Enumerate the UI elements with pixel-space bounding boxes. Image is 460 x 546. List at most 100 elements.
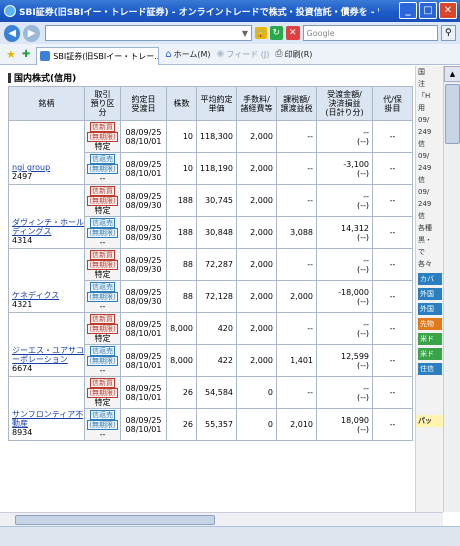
quantity-cell: 10	[166, 120, 197, 153]
trade-type-tag: 信新買	[90, 314, 115, 324]
browser-app-icon	[4, 5, 16, 17]
side-link-button[interactable]: 米ド	[418, 333, 442, 345]
settle-date: 08/09/30	[125, 264, 162, 274]
feed-button[interactable]: ◉ フィード (J)	[217, 49, 270, 60]
trade-term-tag: (無期限)	[87, 388, 118, 398]
address-bar: ◀ ▶ ▼ 🔒 ↻ ✕ Google ⚲	[0, 22, 460, 44]
url-field[interactable]: ▼	[44, 25, 252, 41]
home-icon: ⌂	[165, 48, 172, 60]
fee-cell: 2,000	[236, 152, 277, 185]
account-type: 特定	[94, 270, 111, 279]
trade-type-cell: 信返売 (無期限) --	[84, 152, 121, 185]
stock-name-cell: ジーエス・ユアサコーポレーション 6674	[8, 312, 85, 377]
stock-name-link[interactable]: ジーエス・ユアサコーポレーション	[12, 346, 84, 364]
url-dropdown-icon[interactable]: ▼	[242, 29, 248, 38]
tax-cell: --	[276, 376, 317, 409]
stock-name-link[interactable]: ダヴィンチ・ホールディングス	[12, 218, 84, 236]
side-link-button[interactable]: カバ	[418, 273, 442, 285]
account-type: --	[99, 174, 106, 183]
tax-cell: --	[276, 248, 317, 281]
avg-price-cell: 54,584	[196, 376, 237, 409]
stock-code: 6674	[12, 364, 33, 373]
stop-icon[interactable]: ✕	[286, 26, 300, 40]
trade-date: 08/09/25	[125, 319, 162, 329]
forward-button[interactable]: ▶	[23, 24, 40, 42]
trade-date: 08/09/25	[125, 287, 162, 297]
ratio-cell: --	[372, 216, 413, 249]
home-button[interactable]: ⌂ ホーム(M)	[165, 49, 210, 60]
browser-tab[interactable]: SBI証券(旧SBIイー・トレー...	[36, 46, 160, 65]
scroll-up-icon[interactable]: ▲	[444, 66, 460, 82]
search-input[interactable]: Google	[302, 25, 438, 41]
stock-name-link[interactable]: ケネディクス	[12, 291, 84, 300]
day-pl: (--)	[356, 424, 369, 434]
stock-code: 2497	[12, 172, 33, 181]
table-row: ngi group 2497 信新買 (無期限) 特定 08/09/25 08/10/01 1…	[8, 120, 413, 185]
side-note-item: 信	[418, 212, 425, 220]
account-type: --	[99, 302, 106, 311]
back-button[interactable]: ◀	[4, 24, 21, 42]
tab-favicon-icon	[40, 51, 51, 61]
side-notes: 国注「H 用 09/249 信 09/249 信 09/249 信各種 黒・で各々	[416, 66, 443, 270]
table-row: サンフロンティア不動産 8934 信新買 (無期限) 特定 08/09/25 08/10/0…	[8, 376, 413, 441]
search-icon[interactable]: ⚲	[440, 25, 457, 41]
trade-term-tag: (無期限)	[87, 324, 118, 334]
day-pl: (--)	[356, 328, 369, 338]
print-button[interactable]: ⎙ 印刷(R)	[275, 49, 312, 60]
column-header: 銘柄	[8, 86, 85, 121]
hscroll-thumb[interactable]	[15, 515, 215, 525]
tax-cell: 3,088	[276, 216, 317, 249]
column-header: 手数料/諸経費等	[236, 86, 277, 121]
settle-date: 08/10/01	[125, 328, 162, 338]
stock-name-link[interactable]: ngi group	[12, 163, 84, 172]
day-pl: (--)	[356, 168, 369, 178]
ratio-cell: --	[372, 280, 413, 313]
table-header-row: 銘柄 取引 預り区分約定日 受渡日 株数 平均約定 単価 手数料/諸経費等 課税額/譲渡益税 受渡…	[8, 86, 413, 121]
date-cell: 08/09/25 08/10/01	[120, 152, 167, 185]
side-bottom-label[interactable]: パッ	[416, 415, 443, 427]
account-type: 特定	[94, 398, 111, 407]
date-cell: 08/09/25 08/09/30	[120, 280, 167, 313]
trade-type-tag: 信返売	[90, 218, 115, 228]
ratio-cell: --	[372, 312, 413, 345]
horizontal-scrollbar[interactable]	[0, 512, 443, 526]
account-type: 特定	[94, 206, 111, 215]
scroll-thumb[interactable]	[445, 84, 460, 144]
side-note-item: 249	[418, 200, 432, 208]
stock-code: 4321	[12, 300, 33, 309]
tax-cell: --	[276, 312, 317, 345]
vertical-scrollbar[interactable]: ▲	[443, 66, 460, 512]
trade-type-tag: 信返売	[90, 410, 115, 420]
trade-term-tag: (無期限)	[87, 164, 118, 174]
side-link-button[interactable]: 米ド	[418, 348, 442, 360]
tax-cell: --	[276, 120, 317, 153]
date-cell: 08/09/25 08/10/01	[120, 312, 167, 345]
date-cell: 08/09/25 08/10/01	[120, 376, 167, 409]
trade-date: 08/09/25	[125, 159, 162, 169]
trade-term-tag: (無期限)	[87, 132, 118, 142]
add-favorite-icon[interactable]: ✚	[22, 49, 30, 60]
stock-name-link[interactable]: サンフロンティア不動産	[12, 410, 84, 428]
side-panel: 国注「H 用 09/249 信 09/249 信 09/249 信各種 黒・で各々 カバ 外国 外国…	[415, 66, 443, 512]
lock-icon[interactable]: 🔒	[254, 27, 267, 39]
minimize-button[interactable]: _	[399, 2, 417, 19]
side-link-button[interactable]: 先物	[418, 318, 442, 330]
trade-date: 08/09/25	[125, 223, 162, 233]
quantity-cell: 10	[166, 152, 197, 185]
close-button[interactable]: ✕	[439, 2, 457, 19]
fee-cell: 2,000	[236, 312, 277, 345]
day-pl: (--)	[356, 232, 369, 242]
settle-amount: 12,599	[341, 351, 369, 361]
favorites-star-icon[interactable]: ★	[6, 48, 16, 61]
quantity-cell: 8,000	[166, 344, 197, 377]
side-link-button[interactable]: 外国	[418, 288, 442, 300]
day-pl: (--)	[356, 360, 369, 370]
side-link-button[interactable]: 住信	[418, 363, 442, 375]
refresh-icon[interactable]: ↻	[269, 26, 284, 40]
maximize-button[interactable]: □	[419, 2, 437, 19]
trade-type-tag: 信新買	[90, 186, 115, 196]
side-link-button[interactable]: 外国	[418, 303, 442, 315]
section-title-text: 国内株式(信用)	[14, 74, 77, 84]
amount-cell: 18,090 (--)	[316, 408, 373, 441]
trade-date: 08/09/25	[125, 351, 162, 361]
